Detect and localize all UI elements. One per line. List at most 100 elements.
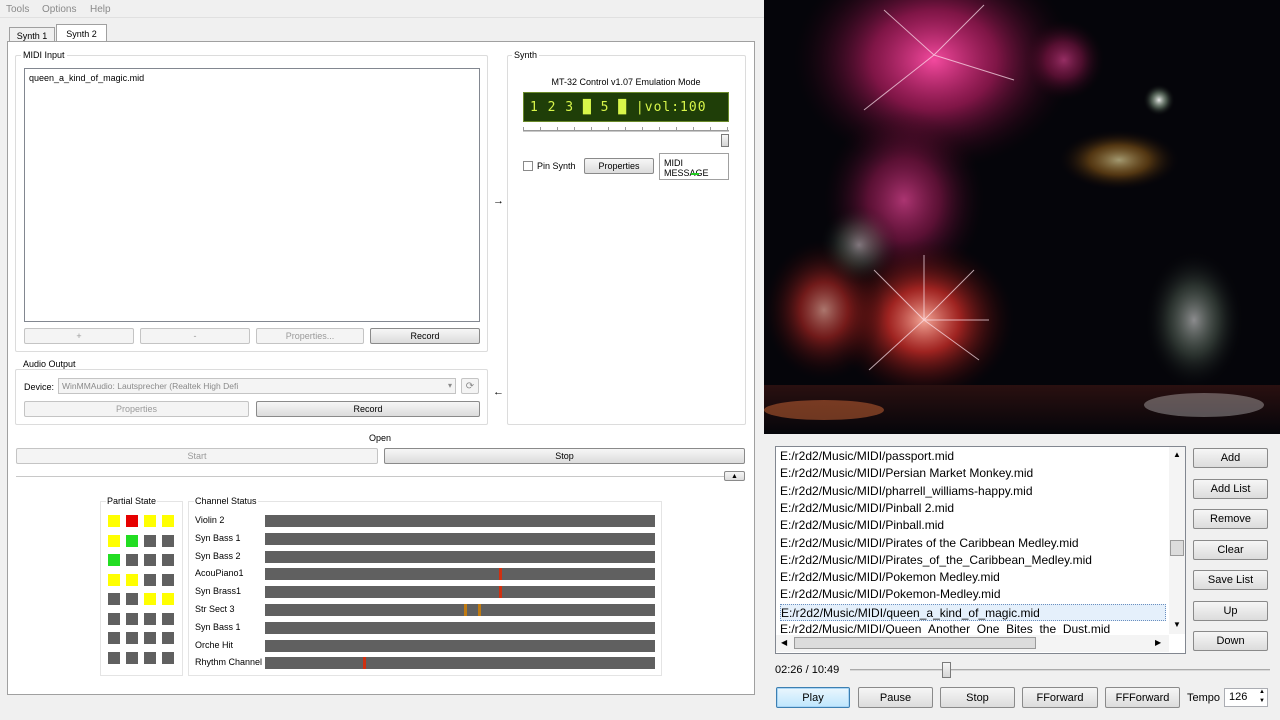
channel-level-bar (265, 639, 655, 652)
playlist-up-button[interactable]: Up (1193, 601, 1268, 621)
tab-label: Synth 1 (16, 30, 48, 41)
midi-properties-button[interactable]: Properties... (256, 328, 364, 344)
playlist-item[interactable]: E:/r2d2/Music/MIDI/Pirates of the Caribb… (780, 535, 1166, 552)
channel-list: Violin 2 Syn Bass 1 Syn Bass 2 AcouPiano1 Sy… (195, 515, 657, 670)
midi-message-label: MIDI MESSAGE (664, 158, 709, 178)
device-label: Device: (24, 382, 55, 392)
playlist-down-button[interactable]: Down (1193, 631, 1268, 651)
scroll-up-icon[interactable]: ▲ (1173, 450, 1181, 459)
player-stop-button[interactable]: Stop (940, 687, 1015, 708)
partial-cell (162, 651, 174, 664)
playlist-clear-button[interactable]: Clear (1193, 540, 1268, 560)
channel-level-bar (265, 657, 655, 670)
play-button[interactable]: Play (776, 687, 850, 708)
channel-note-mark (499, 568, 502, 581)
channel-row: AcouPiano1 (195, 568, 657, 581)
partial-cell (126, 554, 138, 566)
synth-mode-label: MT-32 Control v1.07 Emulation Mode (551, 77, 701, 87)
midi-record-button[interactable]: Record (370, 328, 480, 344)
partial-cell (144, 554, 156, 566)
scroll-left-icon[interactable]: ◀ (781, 638, 787, 647)
channel-name: Orche Hit (195, 639, 234, 650)
scroll-thumb[interactable] (1170, 540, 1184, 556)
spin-up-icon[interactable]: ▲ (1259, 689, 1265, 695)
midi-activity-led (691, 173, 699, 175)
midi-input-list[interactable]: queen_a_kind_of_magic.mid (24, 68, 480, 322)
partial-cell (162, 612, 174, 625)
device-select-value: WinMMAudio: Lautsprecher (Realtek High D… (62, 381, 239, 391)
volume-slider[interactable] (523, 126, 729, 147)
partial-cell (162, 573, 174, 586)
playlist-item[interactable]: E:/r2d2/Music/MIDI/Pinball 2.mid (780, 500, 1166, 517)
partial-cell (144, 651, 156, 664)
partial-cell (144, 534, 156, 547)
playlist-hscrollbar[interactable]: ◀ ▶ (776, 635, 1169, 652)
playlist-remove-button[interactable]: Remove (1193, 509, 1268, 529)
synth-properties-button[interactable]: Properties (584, 158, 654, 174)
synth-title: Synth (512, 50, 540, 60)
channel-status-title: Channel Status (194, 496, 258, 506)
playlist-save-list-button[interactable]: Save List (1193, 570, 1268, 590)
tab-label: Synth 2 (66, 28, 97, 39)
triangle-up-icon: ▲ (731, 472, 738, 480)
playlist-item[interactable]: E:/r2d2/Music/MIDI/Pokemon-Medley.mid (780, 586, 1166, 603)
channel-level-bar (265, 586, 655, 599)
arrow-left-icon: ← (493, 386, 504, 398)
menu-tools[interactable]: Tools (6, 4, 29, 15)
pause-button[interactable]: Pause (858, 687, 933, 708)
partial-cell (162, 534, 174, 547)
menu-help[interactable]: Help (90, 4, 111, 15)
menu-options[interactable]: Options (42, 4, 76, 15)
tempo-spinbox[interactable]: 126 ▲ ▼ (1224, 688, 1268, 707)
channel-level-bar (265, 532, 655, 545)
midi-remove-button[interactable]: - (140, 328, 250, 344)
separator-line (16, 476, 745, 477)
open-label[interactable]: Open (369, 433, 391, 443)
playlist-vscrollbar[interactable]: ▲ ▼ (1169, 447, 1185, 634)
playlist-add-list-button[interactable]: Add List (1193, 479, 1268, 499)
audio-properties-button[interactable]: Properties (24, 401, 249, 417)
playlist-item[interactable]: E:/r2d2/Music/MIDI/Pinball.mid (780, 517, 1166, 534)
channel-level-bar (265, 550, 655, 563)
ffforward-button[interactable]: FFForward (1105, 687, 1180, 708)
seek-slider[interactable] (850, 662, 1270, 678)
channel-row: Syn Bass 1 (195, 621, 657, 634)
channel-row: Syn Brass1 (195, 586, 657, 599)
seek-track (850, 669, 1270, 671)
playlist-item[interactable]: E:/r2d2/Music/MIDI/pharrell_williams-hap… (780, 483, 1166, 500)
collapse-button[interactable]: ▲ (724, 471, 745, 481)
partial-cell (108, 612, 120, 625)
hscroll-thumb[interactable] (794, 637, 1036, 649)
playlist-item[interactable]: E:/r2d2/Music/MIDI/Pokemon Medley.mid (780, 569, 1166, 586)
playlist-item[interactable]: E:/r2d2/Music/MIDI/Queen_Another_One_Bit… (780, 621, 1166, 634)
channel-name: Syn Bass 1 (195, 621, 241, 632)
spin-down-icon[interactable]: ▼ (1259, 698, 1265, 704)
list-item[interactable]: queen_a_kind_of_magic.mid (29, 73, 144, 83)
playlist-item[interactable]: E:/r2d2/Music/MIDI/queen_a_kind_of_magic… (780, 603, 1166, 621)
seek-thumb[interactable] (942, 662, 952, 678)
scroll-right-icon[interactable]: ▶ (1155, 638, 1161, 647)
playlist-item[interactable]: E:/r2d2/Music/MIDI/Pirates_of_the_Caribb… (780, 552, 1166, 569)
device-select[interactable]: WinMMAudio: Lautsprecher (Realtek High D… (58, 378, 456, 394)
stop-button[interactable]: Stop (384, 448, 745, 464)
refresh-device-button[interactable]: ⟳ (461, 378, 479, 394)
fforward-button[interactable]: FForward (1022, 687, 1098, 708)
tab-synth-2[interactable]: Synth 2 (56, 24, 107, 42)
start-button[interactable]: Start (16, 448, 378, 464)
partial-state-grid (108, 515, 178, 667)
playlist-item[interactable]: E:/r2d2/Music/MIDI/passport.mid (780, 448, 1166, 465)
channel-name: Syn Brass1 (195, 586, 242, 597)
partial-cell (144, 632, 156, 644)
playlist-add-button[interactable]: Add (1193, 448, 1268, 468)
pin-synth-checkbox[interactable] (523, 161, 533, 171)
refresh-icon: ⟳ (465, 380, 475, 392)
channel-level-bar (265, 568, 655, 581)
partial-cell (144, 593, 156, 605)
midi-add-button[interactable]: + (24, 328, 134, 344)
channel-row: Syn Bass 1 (195, 532, 657, 545)
scroll-down-icon[interactable]: ▼ (1173, 620, 1181, 629)
partial-cell (126, 515, 138, 527)
audio-record-button[interactable]: Record (256, 401, 480, 417)
playlist-item[interactable]: E:/r2d2/Music/MIDI/Persian Market Monkey… (780, 465, 1166, 482)
volume-thumb[interactable] (721, 134, 729, 147)
